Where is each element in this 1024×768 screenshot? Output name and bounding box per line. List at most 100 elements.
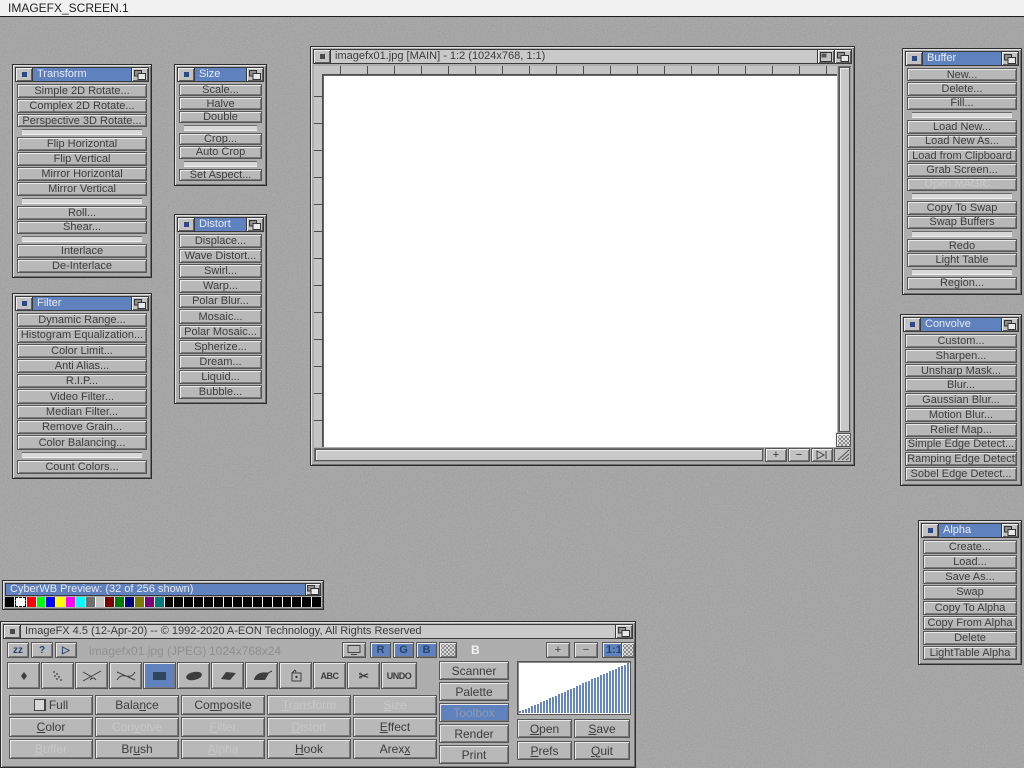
palette-swatch[interactable]: [194, 597, 203, 607]
palette-swatch[interactable]: [105, 597, 114, 607]
close-icon[interactable]: [16, 68, 33, 81]
set-aspect-button[interactable]: Set Aspect...: [179, 169, 262, 181]
depth-icon[interactable]: [1001, 318, 1018, 331]
region-button[interactable]: Region...: [907, 277, 1017, 290]
color-balancing-button[interactable]: Color Balancing...: [17, 435, 147, 449]
palette-swatch[interactable]: [125, 597, 134, 607]
polar-mosaic-button[interactable]: Polar Mosaic...: [179, 325, 262, 339]
motion-blur-button[interactable]: Motion Blur...: [905, 408, 1017, 422]
palette-button[interactable]: Palette: [439, 682, 509, 701]
brush-button[interactable]: Brush: [95, 739, 179, 759]
r-i-p-button[interactable]: R.I.P...: [17, 374, 147, 388]
depth-icon[interactable]: [131, 68, 148, 81]
close-icon[interactable]: [16, 297, 33, 310]
open-button[interactable]: Open: [517, 719, 572, 738]
fill-tool[interactable]: [279, 662, 312, 689]
redo-button[interactable]: Redo: [907, 239, 1017, 252]
pattern-button[interactable]: [621, 642, 635, 658]
warp-button[interactable]: Warp...: [179, 279, 262, 293]
perspective-3d-rotate-button[interactable]: Perspective 3D Rotate...: [17, 114, 147, 128]
resize-handle[interactable]: [834, 448, 851, 462]
palette-swatch[interactable]: [224, 597, 233, 607]
light-table-button[interactable]: Light Table: [907, 253, 1017, 266]
flip-horizontal-button[interactable]: Flip Horizontal: [17, 137, 147, 151]
scanner-button[interactable]: Scanner: [439, 661, 509, 680]
load-new-as-button[interactable]: Load New As...: [907, 135, 1017, 148]
fill-button[interactable]: Fill...: [907, 97, 1017, 110]
text-tool[interactable]: ABC: [313, 662, 346, 689]
scale-button[interactable]: Scale...: [179, 84, 262, 96]
help-button[interactable]: ?: [31, 642, 53, 658]
zoom-out-button[interactable]: −: [574, 642, 598, 658]
delete-button[interactable]: Delete: [923, 631, 1017, 645]
copy-to-alpha-button[interactable]: Copy To Alpha: [923, 601, 1017, 615]
palette-swatch[interactable]: [5, 597, 14, 607]
palette-swatch[interactable]: [214, 597, 223, 607]
gaussian-blur-button[interactable]: Gaussian Blur...: [905, 393, 1017, 407]
screen-mode-button[interactable]: [342, 642, 366, 658]
displace-button[interactable]: Displace...: [179, 234, 262, 248]
airbrush-tool[interactable]: [41, 662, 74, 689]
filter-titlebar[interactable]: Filter: [15, 296, 149, 311]
freehand-tool[interactable]: [245, 662, 278, 689]
load-button[interactable]: Load...: [923, 555, 1017, 569]
blur-button[interactable]: Blur...: [905, 378, 1017, 392]
render-button[interactable]: Render: [439, 724, 509, 743]
iconify-button[interactable]: ▷: [55, 642, 77, 658]
screen-titlebar[interactable]: IMAGEFX_SCREEN.1: [0, 0, 1024, 17]
palette-swatch[interactable]: [253, 597, 262, 607]
swap-buffers-button[interactable]: Swap Buffers: [907, 216, 1017, 229]
point-tool[interactable]: [7, 662, 40, 689]
close-icon[interactable]: [4, 625, 21, 638]
transform-titlebar[interactable]: Transform: [15, 67, 149, 82]
channel-green-button[interactable]: G: [393, 642, 414, 658]
palette-swatch[interactable]: [273, 597, 282, 607]
mosaic-button[interactable]: Mosaic...: [179, 309, 262, 323]
palette-swatch[interactable]: [312, 597, 321, 607]
scissors-tool[interactable]: ✂: [347, 662, 380, 689]
palette-swatch[interactable]: [66, 597, 75, 607]
load-from-clipboard-button[interactable]: Load from Clipboard: [907, 149, 1017, 162]
palette-swatch[interactable]: [204, 597, 213, 607]
palette-swatch[interactable]: [27, 597, 36, 607]
relief-map-button[interactable]: Relief Map...: [905, 423, 1017, 437]
mirror-vertical-button[interactable]: Mirror Vertical: [17, 182, 147, 196]
palette-swatch[interactable]: [76, 597, 85, 607]
palette-titlebar[interactable]: CyberWB Preview: (32 of 256 shown): [5, 583, 321, 596]
horizontal-scrollbar-thumb[interactable]: [315, 449, 763, 461]
copy-from-alpha-button[interactable]: Copy From Alpha: [923, 616, 1017, 630]
sobel-edge-detect-button[interactable]: Sobel Edge Detect...: [905, 467, 1017, 481]
palette-swatch[interactable]: [292, 597, 301, 607]
depth-icon[interactable]: [246, 218, 263, 231]
pixel-grid-button[interactable]: [836, 433, 851, 447]
polygon-tool[interactable]: [211, 662, 244, 689]
quit-button[interactable]: Quit: [574, 741, 630, 760]
shear-button[interactable]: Shear...: [17, 221, 147, 235]
palette-swatch[interactable]: [243, 597, 252, 607]
curve-tool[interactable]: [109, 662, 142, 689]
color-button[interactable]: Color: [9, 717, 93, 737]
mirror-horizontal-button[interactable]: Mirror Horizontal: [17, 167, 147, 181]
new-button[interactable]: New...: [907, 68, 1017, 81]
wave-distort-button[interactable]: Wave Distort...: [179, 249, 262, 263]
depth-icon[interactable]: [246, 68, 263, 81]
anti-alias-button[interactable]: Anti Alias...: [17, 359, 147, 373]
count-colors-button[interactable]: Count Colors...: [17, 460, 147, 474]
main-window-titlebar[interactable]: imagefx01.jpg [MAIN] - 1:2 (1024x768, 1:…: [313, 49, 852, 64]
simple-edge-detect-button[interactable]: Simple Edge Detect...: [905, 438, 1017, 452]
palette-swatch[interactable]: [96, 597, 105, 607]
depth-icon[interactable]: [1001, 52, 1018, 65]
unsharp-mask-button[interactable]: Unsharp Mask...: [905, 364, 1017, 378]
color-limit-button[interactable]: Color Limit...: [17, 344, 147, 358]
auto-crop-button[interactable]: Auto Crop: [179, 146, 262, 158]
video-filter-button[interactable]: Video Filter...: [17, 389, 147, 403]
palette-swatch[interactable]: [15, 597, 26, 607]
polar-blur-button[interactable]: Polar Blur...: [179, 294, 262, 308]
palette-swatch[interactable]: [184, 597, 193, 607]
crop-button[interactable]: Crop...: [179, 133, 262, 145]
convolve-titlebar[interactable]: Convolve: [903, 317, 1019, 332]
swirl-button[interactable]: Swirl...: [179, 264, 262, 278]
horizontal-scrollbar[interactable]: [314, 448, 764, 462]
sleep-button[interactable]: zz: [7, 642, 29, 658]
balance-button[interactable]: Balance: [95, 695, 179, 715]
